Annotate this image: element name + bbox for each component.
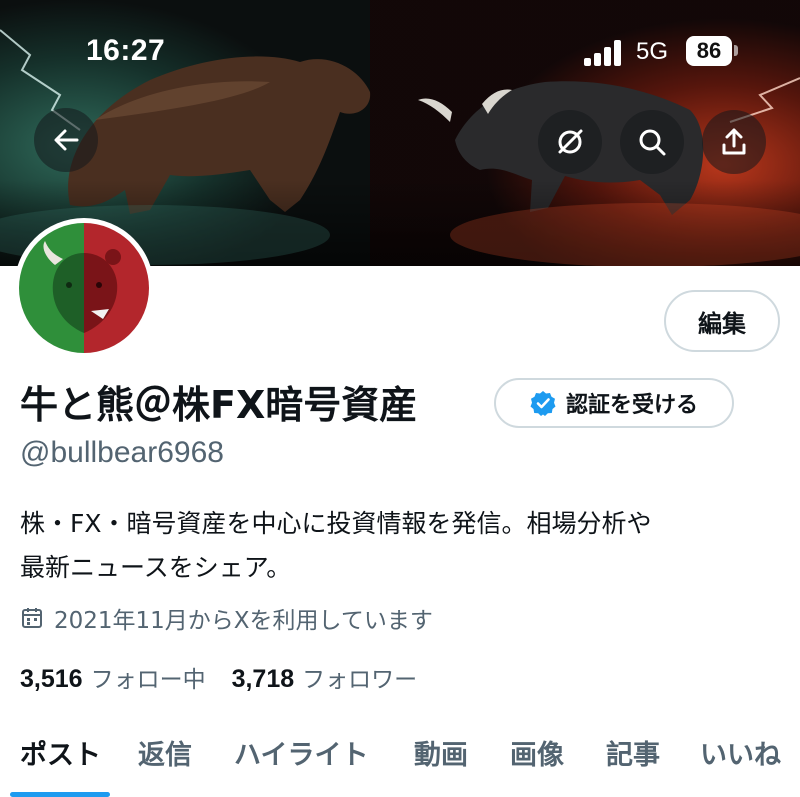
joined-text: 2021年11月からXを利用しています bbox=[54, 608, 433, 634]
active-tab-indicator bbox=[10, 792, 110, 797]
profile-bio: 株・FX・暗号資産を中心に投資情報を発信。相場分析や 最新ニュースをシェア。 bbox=[20, 502, 790, 590]
bio-line: 最新ニュースをシェア。 bbox=[20, 553, 292, 582]
follow-stats: 3,516 フォロー中 3,718 フォロワー bbox=[20, 660, 417, 694]
share-icon bbox=[722, 128, 746, 155]
signal-icon bbox=[584, 40, 624, 66]
share-button[interactable] bbox=[702, 110, 766, 174]
network-type: 5G bbox=[636, 38, 669, 65]
followers-link[interactable]: 3,718 フォロワー bbox=[232, 660, 418, 694]
back-button[interactable] bbox=[34, 108, 98, 172]
joined-date: 2021年11月からXを利用しています bbox=[20, 601, 433, 635]
calendar-icon bbox=[22, 608, 42, 628]
followers-label: フォロワー bbox=[302, 667, 418, 693]
followers-count: 3,718 bbox=[231, 665, 295, 693]
search-button[interactable] bbox=[620, 110, 684, 174]
verified-badge-icon bbox=[530, 391, 556, 416]
tab-replies[interactable]: 返信 bbox=[138, 733, 192, 772]
search-icon bbox=[639, 129, 666, 156]
refresh-icon bbox=[558, 129, 583, 154]
status-time: 16:27 bbox=[86, 34, 166, 67]
tab-articles[interactable]: 記事 bbox=[606, 733, 660, 772]
display-name: 牛と熊＠株FX暗号資産 bbox=[20, 383, 418, 427]
tab-videos[interactable]: 動画 bbox=[414, 733, 468, 772]
following-link[interactable]: 3,516 フォロー中 bbox=[20, 660, 206, 694]
following-count: 3,516 bbox=[20, 665, 83, 693]
battery-icon: 86 bbox=[686, 36, 732, 66]
battery-nub bbox=[734, 45, 738, 56]
get-verified-button[interactable]: 認証を受ける bbox=[494, 378, 734, 428]
tab-images[interactable]: 画像 bbox=[510, 733, 564, 772]
grok-button[interactable] bbox=[538, 110, 602, 174]
edit-profile-button[interactable]: 編集 bbox=[664, 290, 780, 352]
profile-banner[interactable]: 16:27 5G 86 bbox=[0, 0, 800, 266]
tab-likes[interactable]: いいね bbox=[700, 733, 781, 772]
tab-highlights[interactable]: ハイライト bbox=[234, 733, 368, 772]
avatar-image bbox=[19, 223, 149, 353]
profile-tabs: ポスト 返信 ハイライト 動画 画像 記事 いいね bbox=[0, 715, 800, 797]
username-handle: @bullbear6968 bbox=[20, 436, 224, 469]
avatar[interactable] bbox=[14, 218, 154, 358]
arrow-left-icon bbox=[54, 129, 79, 151]
following-label: フォロー中 bbox=[90, 667, 206, 693]
bull-bear-logo bbox=[19, 223, 149, 353]
bio-line: 株・FX・暗号資産を中心に投資情報を発信。相場分析や bbox=[20, 509, 652, 538]
get-verified-label: 認証を受ける bbox=[565, 393, 698, 418]
tab-posts[interactable]: ポスト bbox=[20, 733, 101, 772]
